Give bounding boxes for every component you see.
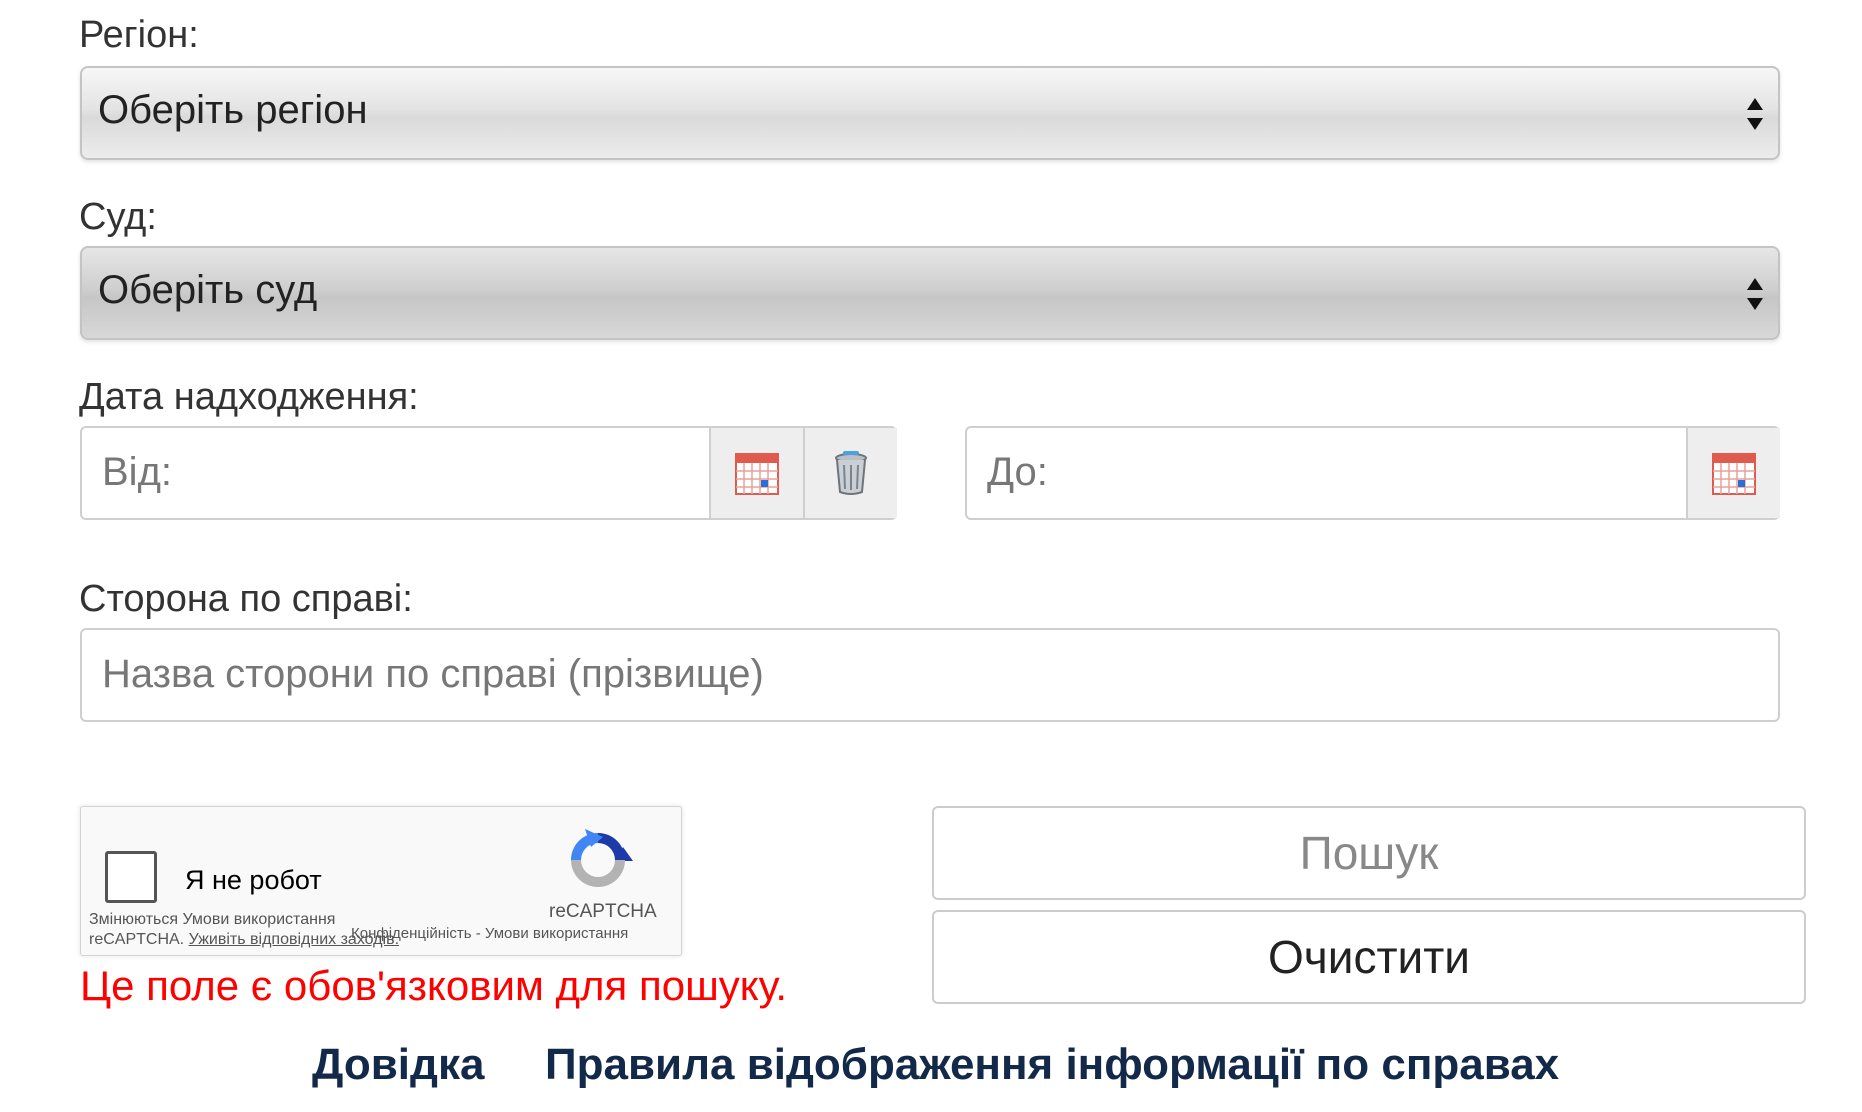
court-select[interactable]: Оберіть суд: [80, 246, 1780, 340]
region-select-value: Оберіть регіон: [98, 88, 368, 132]
select-arrows-icon: [1747, 278, 1763, 310]
region-label: Регіон:: [79, 14, 199, 56]
recaptcha-notice-line1: Змінюються Умови використання: [89, 911, 336, 928]
date-to-group: До:: [965, 426, 1780, 520]
date-from-input[interactable]: Від:: [102, 450, 172, 495]
date-to-input[interactable]: До:: [987, 450, 1048, 495]
court-select-value: Оберіть суд: [98, 268, 318, 312]
select-arrows-icon: [1747, 98, 1763, 130]
recaptcha-links: Конфіденційність - Умови використання: [351, 925, 628, 942]
court-label: Суд:: [79, 196, 157, 238]
clear-button[interactable]: Очистити: [932, 910, 1806, 1004]
recaptcha-widget: Я не робот reCAPTCHA Змінюються Умови ви…: [80, 806, 682, 956]
recaptcha-brand: reCAPTCHA: [549, 901, 657, 922]
date-from-group: Від:: [80, 426, 897, 520]
captcha-required-error: Це поле є обов'язковим для пошуку.: [80, 962, 788, 1009]
search-button[interactable]: Пошук: [932, 806, 1806, 900]
party-input[interactable]: Назва сторони по справі (прізвище): [80, 628, 1780, 722]
recaptcha-checkbox[interactable]: [105, 851, 157, 903]
date-from-clear-button[interactable]: [803, 428, 897, 518]
region-select[interactable]: Оберіть регіон: [80, 66, 1780, 160]
date-from-calendar-button[interactable]: [709, 428, 803, 518]
recaptcha-links-separator: -: [475, 925, 481, 942]
trash-icon: [835, 451, 867, 495]
rules-link[interactable]: Правила відображення інформації по справ…: [545, 1040, 1559, 1090]
date-to-calendar-button[interactable]: [1686, 428, 1780, 518]
party-input-placeholder: Назва сторони по справі (прізвище): [102, 652, 764, 696]
calendar-icon: [735, 453, 779, 495]
help-link[interactable]: Довідка: [312, 1040, 484, 1090]
recaptcha-privacy-link[interactable]: Конфіденційність: [351, 925, 472, 942]
recaptcha-terms-link[interactable]: Умови використання: [485, 925, 628, 942]
calendar-icon: [1712, 453, 1756, 495]
recaptcha-logo-icon: [571, 829, 633, 887]
party-label: Сторона по справі:: [79, 578, 413, 620]
recaptcha-label: Я не робот: [185, 865, 322, 895]
recaptcha-notice-prefix: reCAPTCHA.: [89, 931, 185, 948]
date-label: Дата надходження:: [79, 376, 419, 418]
